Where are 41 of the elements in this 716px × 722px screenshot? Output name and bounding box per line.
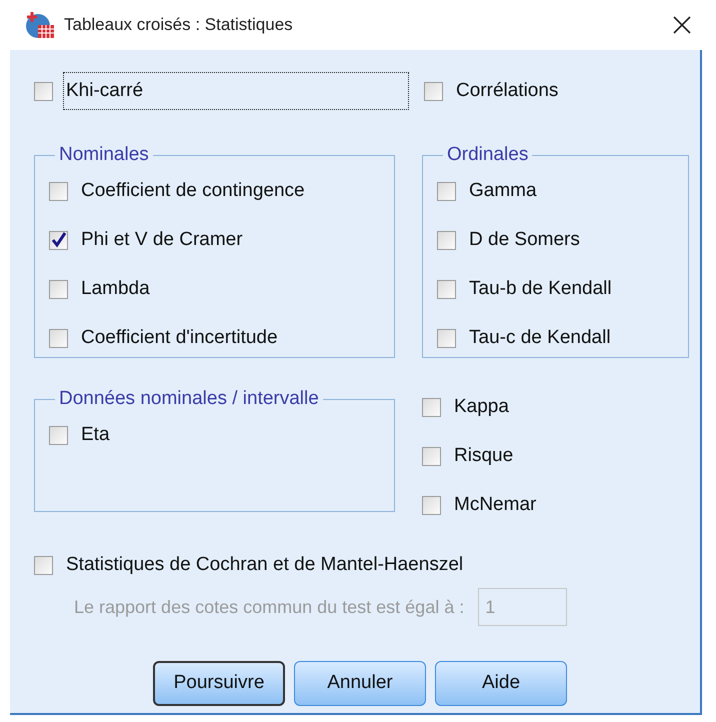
checkbox[interactable]	[437, 328, 456, 348]
group-title: Données nominales / intervalle	[58, 388, 320, 410]
dialog-button[interactable]: Poursuivre	[153, 661, 285, 706]
option-label[interactable]: Risque	[451, 437, 516, 475]
close-icon	[672, 15, 692, 35]
option-label[interactable]: Coefficient de contingence	[78, 172, 308, 210]
option-label[interactable]: Tau-b de Kendall	[466, 270, 615, 308]
option-label[interactable]: D de Somers	[466, 221, 583, 259]
checkbox[interactable]	[34, 82, 53, 100]
window-title: Tableaux croisés : Statistiques	[64, 14, 293, 36]
checkbox[interactable]	[422, 446, 441, 466]
checkbox[interactable]	[34, 556, 53, 574]
checkbox[interactable]	[437, 280, 456, 298]
option-label[interactable]: Tau-c de Kendall	[466, 319, 614, 357]
dialog-button[interactable]: Annuler	[294, 661, 426, 706]
option-label[interactable]: Eta	[78, 416, 113, 454]
checkbox[interactable]	[49, 426, 68, 444]
option-label[interactable]: Statistiques de Cochran et de Mantel-Haenszel	[63, 546, 466, 584]
group-title: Ordinales	[446, 144, 530, 166]
checkbox[interactable]	[422, 496, 441, 514]
checkbox[interactable]	[49, 182, 68, 200]
checkbox[interactable]	[437, 230, 456, 250]
option-label[interactable]: Gamma	[466, 172, 540, 210]
group-title: Nominales	[58, 144, 150, 166]
option-label[interactable]: Coefficient d'incertitude	[78, 319, 281, 357]
option-label[interactable]: Lambda	[78, 270, 153, 308]
option-label[interactable]: Kappa	[451, 388, 512, 426]
checkbox[interactable]	[49, 280, 68, 298]
checkbox[interactable]	[49, 328, 68, 348]
option-label[interactable]: Corrélations	[453, 72, 562, 110]
check-icon	[50, 232, 66, 248]
option-label[interactable]: McNemar	[451, 486, 540, 524]
checkbox[interactable]	[422, 398, 441, 416]
ratio-label: Le rapport des cotes commun du test est égal à :	[74, 596, 464, 619]
option-label[interactable]: Phi et V de Cramer	[78, 221, 246, 259]
dialog-button[interactable]: Aide	[435, 661, 567, 706]
checkbox[interactable]	[49, 230, 68, 250]
table-app-icon	[24, 11, 56, 39]
checkbox[interactable]	[437, 182, 456, 200]
option-label[interactable]: Khi-carré	[63, 72, 409, 110]
checkbox[interactable]	[424, 82, 443, 100]
